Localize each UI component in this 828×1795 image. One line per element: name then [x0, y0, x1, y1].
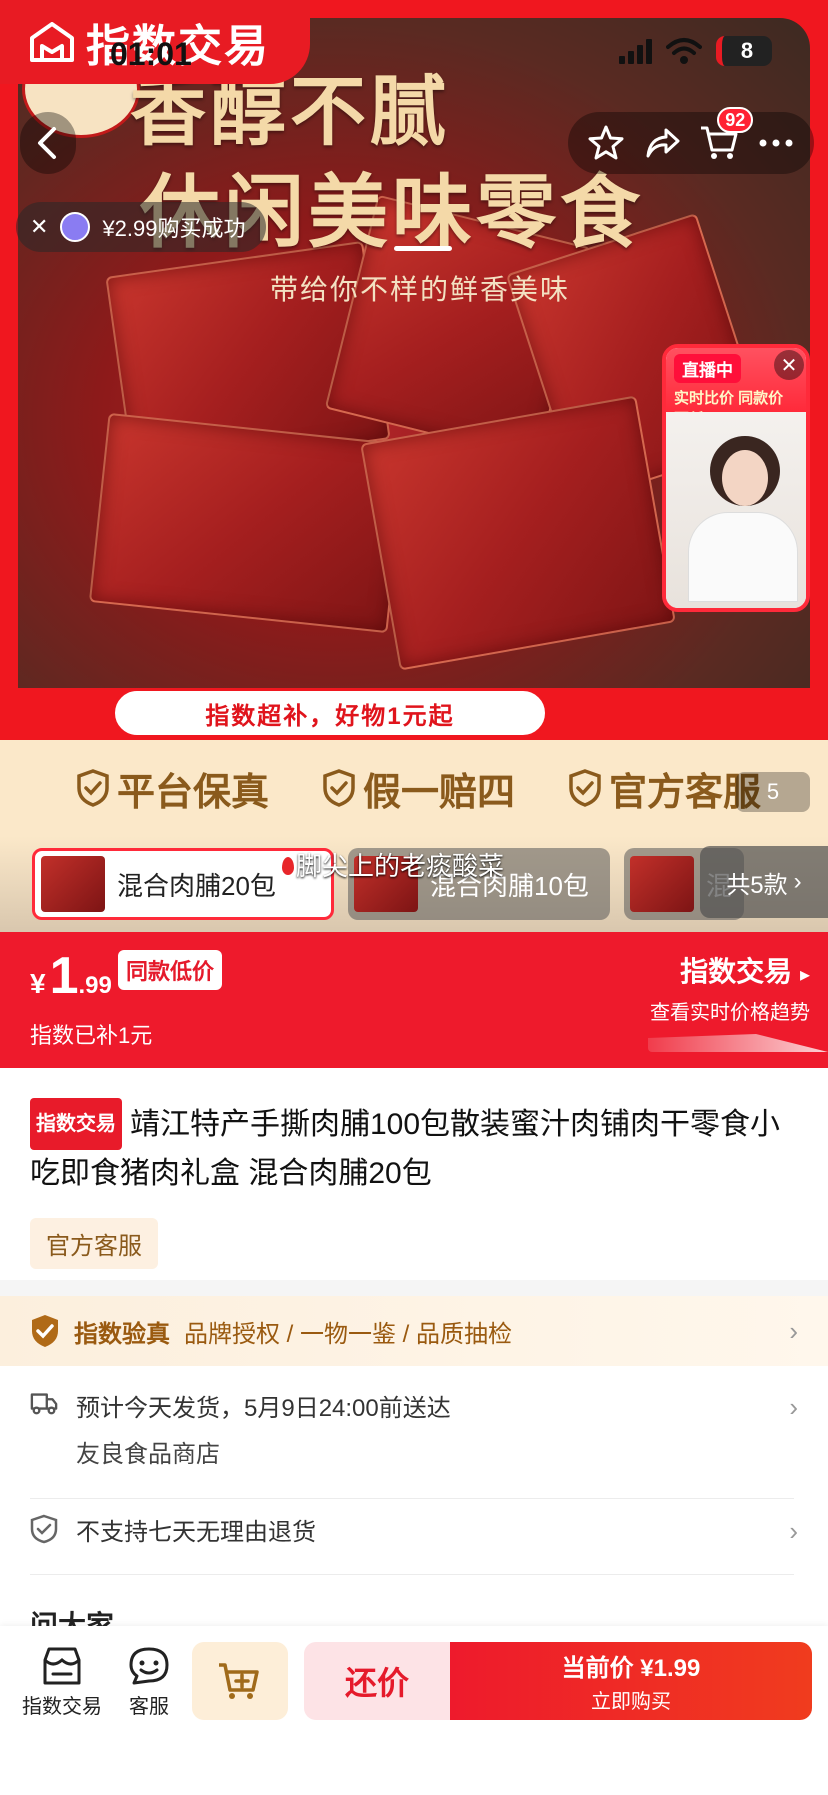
bargain-button[interactable]: 还价 — [304, 1642, 450, 1720]
promo-banner: 指数超补，好物1元起 — [112, 688, 548, 738]
bottom-action-bar: 指数交易 客服 还价 当前价 ¥1.99 立即购买 — [0, 1626, 828, 1795]
status-time: 01:01 — [110, 36, 192, 72]
price-integer: 1 — [49, 947, 79, 1005]
variant-thumbnail — [630, 856, 694, 912]
more-icon — [759, 139, 793, 147]
signal-icon — [619, 38, 652, 64]
product-hero[interactable]: 香醇不腻 休闲美味零食 带给你不样的鲜香美味 指数交易 01:01 8 92 ✕… — [0, 0, 828, 740]
truck-icon — [30, 1386, 58, 1478]
verify-row[interactable]: 指数验真 品牌授权 / 一物一鉴 / 品质抽检 › — [0, 1296, 828, 1366]
trend-graphic — [648, 1034, 828, 1052]
battery-indicator: 8 — [716, 36, 772, 66]
chevron-right-icon: › — [793, 868, 802, 895]
shield-badge-icon — [32, 1315, 58, 1347]
returns-policy: 不支持七天无理由退货 — [76, 1519, 316, 1546]
index-trade-tab-label: 指数交易 — [22, 1696, 102, 1718]
buy-now-button[interactable]: 当前价 ¥1.99 立即购买 — [450, 1642, 812, 1720]
live-video — [666, 412, 806, 608]
product-title-text: 靖江特产手撕肉脯100包散装蜜汁肉铺肉干零食小吃即食猪肉礼盒 混合肉脯20包 — [30, 1108, 781, 1190]
guarantee-strip: 平台保真 假一赔四 官方客服 — [0, 740, 828, 836]
shield-check-icon — [569, 769, 601, 807]
all-variants-label: 共5款 — [726, 871, 788, 899]
live-tag: 直播中 — [674, 354, 741, 383]
toast-text: ¥2.99购买成功 — [102, 216, 246, 241]
product-info: 指数交易 靖江特产手撕肉脯100包散装蜜汁肉铺肉干零食小吃即食猪肉礼盒 混合肉脯2… — [0, 1068, 828, 1280]
index-trade-tag: 指数交易 — [30, 1098, 122, 1150]
product-title: 指数交易 靖江特产手撕肉脯100包散装蜜汁肉铺肉干零食小吃即食猪肉礼盒 混合肉脯2… — [30, 1098, 798, 1198]
live-stream-card[interactable]: 直播中 实时比价 同款价更低 — [662, 344, 810, 612]
live-close-button[interactable]: ✕ — [774, 350, 804, 380]
buy-now-label: 立即购买 — [591, 1691, 671, 1713]
current-price: ¥ 1 .99 — [30, 946, 112, 1006]
chevron-right-icon: › — [789, 1392, 798, 1422]
customer-service-tab[interactable]: 客服 — [128, 1646, 170, 1719]
danmaku-comment: 脚尖上的老痰酸菜 — [282, 846, 504, 883]
favorite-button[interactable] — [586, 123, 626, 163]
host-face — [722, 450, 768, 506]
shop-name: 友良食品商店 — [76, 1441, 220, 1468]
buy-price-label: 当前价 ¥1.99 — [561, 1655, 701, 1682]
hero-underline — [394, 246, 452, 251]
cart-count-badge: 92 — [717, 107, 754, 133]
chevron-left-icon — [38, 127, 56, 159]
purchase-toast: ✕ ¥2.99购买成功 — [16, 202, 266, 252]
shop-icon — [30, 22, 74, 62]
guarantee-item: 官方客服 — [569, 761, 761, 816]
avatar — [60, 212, 91, 242]
shield-check-icon — [323, 769, 355, 807]
guarantee-item: 平台保真 — [77, 761, 269, 816]
back-button[interactable] — [20, 112, 76, 174]
close-icon[interactable]: ✕ — [30, 214, 48, 240]
nav-actions: 92 — [568, 107, 814, 174]
price-decimal: .99 — [78, 972, 112, 999]
cart-add-icon — [219, 1663, 259, 1699]
meat-slice — [360, 395, 676, 671]
shield-outline-icon — [30, 1510, 58, 1556]
meat-slice — [88, 412, 408, 634]
index-trade-tab[interactable]: 指数交易 — [22, 1646, 102, 1719]
section-divider — [0, 1280, 828, 1296]
chat-smile-icon — [129, 1647, 169, 1685]
row-divider — [30, 1574, 794, 1575]
cart-nav-button[interactable]: 92 — [699, 107, 754, 163]
guarantee-label: 假一赔四 — [362, 771, 515, 814]
hero-subline: 带给你不样的鲜香美味 — [270, 273, 571, 306]
verify-items: 品牌授权 / 一物一鉴 / 品质抽检 — [184, 1320, 513, 1348]
host-body — [688, 512, 798, 602]
guarantee-item: 假一赔四 — [323, 761, 515, 816]
variant-label: 混合肉脯20包 — [117, 870, 276, 901]
flame-icon — [282, 857, 294, 875]
returns-row[interactable]: 不支持七天无理由退货 › — [0, 1510, 828, 1556]
low-price-badge: 同款低价 — [118, 950, 223, 990]
delivery-estimate: 预计今天发货，5月9日24:00前送达 — [76, 1395, 451, 1422]
customer-service-label: 客服 — [129, 1696, 169, 1718]
verify-title: 指数验真 — [74, 1320, 170, 1348]
share-button[interactable] — [643, 123, 683, 163]
more-button[interactable] — [756, 123, 796, 163]
price-trend-label: 查看实时价格趋势 — [650, 1002, 810, 1024]
image-index-badge: 5 — [736, 772, 810, 812]
chevron-right-icon: › — [789, 1315, 798, 1346]
row-divider — [30, 1498, 794, 1499]
caret-right-icon: ▸ — [799, 964, 810, 986]
shipping-row[interactable]: 预计今天发货，5月9日24:00前送达 友良食品商店 › — [0, 1386, 828, 1478]
price-currency: ¥ — [30, 968, 46, 999]
add-to-cart-button[interactable] — [192, 1642, 288, 1720]
subsidy-text: 指数已补1元 — [30, 1023, 153, 1048]
price-bar: ¥ 1 .99 同款低价 指数已补1元 指数交易 ▸ 查看实时价格趋势 — [0, 932, 828, 1068]
chevron-right-icon: › — [789, 1516, 798, 1546]
star-icon — [588, 125, 624, 160]
status-icons: 8 — [619, 36, 772, 66]
guarantee-label: 平台保真 — [116, 771, 269, 814]
variant-thumbnail — [41, 856, 105, 912]
service-tag[interactable]: 官方客服 — [30, 1218, 158, 1269]
index-trade-title: 指数交易 — [680, 956, 793, 987]
danmaku-text: 脚尖上的老痰酸菜 — [296, 851, 505, 881]
wifi-icon — [666, 38, 702, 64]
share-icon — [646, 128, 680, 158]
store-icon — [43, 1647, 81, 1685]
price-trend-link[interactable]: 指数交易 ▸ 查看实时价格趋势 — [650, 950, 810, 1025]
shield-check-icon — [77, 769, 109, 807]
all-variants-button[interactable]: 共5款 › — [700, 846, 828, 918]
